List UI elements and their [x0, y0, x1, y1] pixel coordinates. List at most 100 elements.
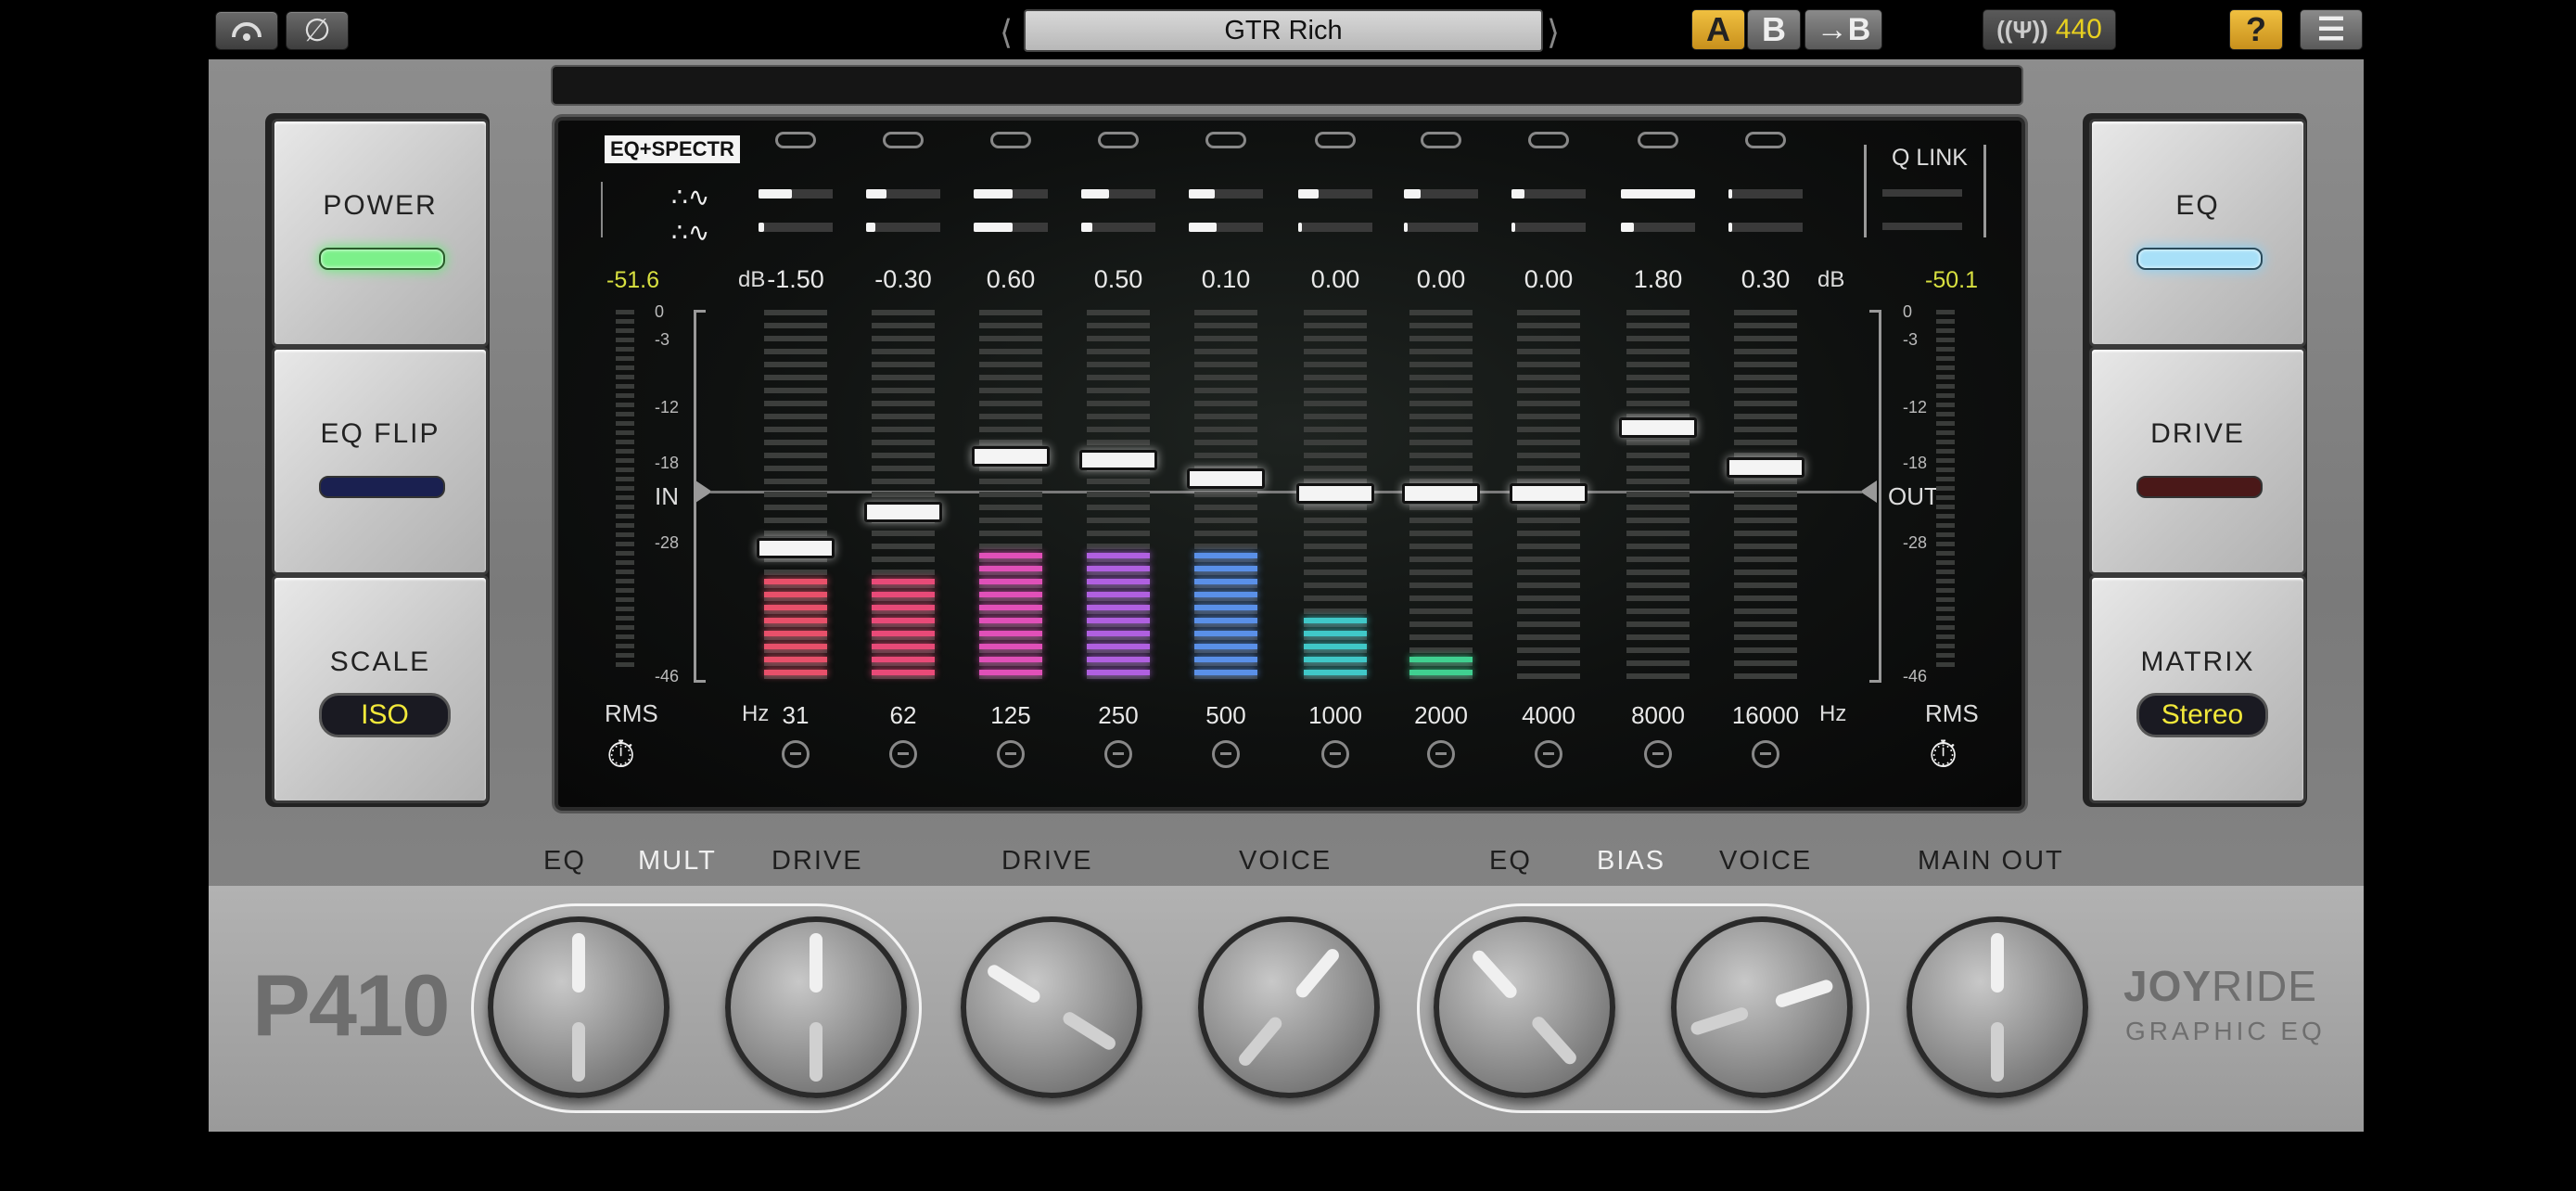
band-fader-handle[interactable]: [864, 502, 942, 522]
scale-tick-right: -46: [1903, 667, 1928, 685]
next-preset-button[interactable]: ⟩: [1547, 13, 1560, 52]
band-solo-button[interactable]: [1321, 740, 1349, 768]
band-q-slider[interactable]: [1081, 223, 1155, 232]
band-gain-value[interactable]: 0.00: [1298, 265, 1372, 294]
band-q-slider[interactable]: [1621, 189, 1695, 198]
band-link-icon[interactable]: [990, 132, 1031, 148]
ab-b-button[interactable]: B: [1747, 9, 1801, 50]
band-gain-value[interactable]: 0.00: [1511, 265, 1586, 294]
band-q-slider[interactable]: [1728, 223, 1803, 232]
band-track-segment: [1087, 336, 1150, 341]
ab-a-button[interactable]: A: [1691, 9, 1745, 50]
q-link-slider-2[interactable]: [1882, 223, 1962, 230]
band-link-icon[interactable]: [1421, 132, 1461, 148]
band-track-segment: [979, 349, 1042, 354]
band-gain-value[interactable]: 0.00: [1404, 265, 1478, 294]
band-link-icon[interactable]: [775, 132, 816, 148]
band-q-slider[interactable]: [1189, 189, 1263, 198]
band-fader-handle[interactable]: [1510, 483, 1588, 504]
eq-button[interactable]: EQ: [2089, 119, 2306, 347]
help-button[interactable]: ?: [2229, 9, 2283, 50]
bypass-button[interactable]: ∅: [286, 11, 349, 50]
band-gain-value[interactable]: 0.60: [974, 265, 1048, 294]
mode-badge[interactable]: EQ+SPECTR: [605, 135, 740, 163]
band-fader-handle[interactable]: [1402, 483, 1480, 504]
band-solo-button[interactable]: [1104, 740, 1132, 768]
preset-name-field[interactable]: GTR Rich: [1024, 9, 1543, 52]
band-solo-button[interactable]: [1427, 740, 1455, 768]
band-q-slider[interactable]: [974, 223, 1048, 232]
band-solo-button[interactable]: [997, 740, 1025, 768]
band-fader-handle[interactable]: [1727, 457, 1804, 478]
band-solo-button[interactable]: [782, 740, 810, 768]
highpass-icon[interactable]: ∴∿: [671, 182, 709, 212]
prev-preset-button[interactable]: ⟨: [1000, 13, 1013, 52]
band-q-slider[interactable]: [1298, 223, 1372, 232]
ab-copy-button[interactable]: →B: [1804, 9, 1882, 50]
band-link-icon[interactable]: [1528, 132, 1569, 148]
rms-left-timer-icon[interactable]: ⏱: [606, 735, 635, 776]
band-link-icon[interactable]: [883, 132, 924, 148]
band-link-icon[interactable]: [1315, 132, 1356, 148]
band-gain-value[interactable]: 1.80: [1621, 265, 1695, 294]
band-q-slider[interactable]: [974, 189, 1048, 198]
band-q-slider[interactable]: [866, 223, 940, 232]
menu-button[interactable]: ☰: [2300, 9, 2363, 50]
rms-right-timer-icon[interactable]: ⏱: [1929, 735, 1958, 776]
band-q-slider[interactable]: [1081, 189, 1155, 198]
band-q-slider[interactable]: [1404, 189, 1478, 198]
band-track-segment: [1409, 647, 1473, 653]
band-gain-value[interactable]: -1.50: [759, 265, 833, 294]
band-q-slider[interactable]: [759, 223, 833, 232]
band-q-slider[interactable]: [1728, 189, 1803, 198]
matrix-button[interactable]: MATRIX Stereo: [2089, 575, 2306, 803]
band-fader-handle[interactable]: [1079, 450, 1157, 470]
band-q-slider[interactable]: [1189, 223, 1263, 232]
eq-voice-eq-knob[interactable]: [1434, 916, 1615, 1098]
band-track-segment: [979, 310, 1042, 315]
main-out-knob[interactable]: [1906, 916, 2088, 1098]
q-link-slider-1[interactable]: [1882, 189, 1962, 197]
band-track-segment: [1734, 621, 1797, 627]
band-q-slider[interactable]: [1298, 189, 1372, 198]
band-q-slider[interactable]: [866, 189, 940, 198]
band-fader-handle[interactable]: [1187, 468, 1265, 489]
eq-flip-button[interactable]: EQ FLIP: [272, 347, 489, 575]
drive-knob[interactable]: [961, 916, 1142, 1098]
band-link-icon[interactable]: [1205, 132, 1246, 148]
meter-segment: [616, 421, 634, 426]
tuning-field[interactable]: ((Ψ)) 440: [1983, 9, 2116, 50]
band-frequency-label: 2000: [1414, 701, 1468, 729]
drive-button[interactable]: DRIVE: [2089, 347, 2306, 575]
eq-voice-voice-knob[interactable]: [1671, 916, 1853, 1098]
scale-button[interactable]: SCALE ISO: [272, 575, 489, 803]
band-link-icon[interactable]: [1745, 132, 1786, 148]
voice-knob[interactable]: [1198, 916, 1380, 1098]
band-gain-value[interactable]: 0.10: [1189, 265, 1263, 294]
power-button[interactable]: POWER: [272, 119, 489, 347]
band-solo-button[interactable]: [889, 740, 917, 768]
band-q-slider[interactable]: [1621, 223, 1695, 232]
band-gain-value[interactable]: 0.50: [1081, 265, 1155, 294]
band-track-segment: [1626, 660, 1690, 666]
band-link-icon[interactable]: [1098, 132, 1139, 148]
band-q-slider[interactable]: [1511, 189, 1586, 198]
eq-drive-eq-knob[interactable]: [488, 916, 670, 1098]
band-solo-button[interactable]: [1535, 740, 1562, 768]
band-q-slider[interactable]: [759, 189, 833, 198]
band-fader-handle[interactable]: [1619, 417, 1697, 438]
band-fader-handle[interactable]: [1296, 483, 1374, 504]
band-q-slider[interactable]: [1404, 223, 1478, 232]
eq-drive-drive-knob[interactable]: [725, 916, 907, 1098]
band-solo-button[interactable]: [1752, 740, 1779, 768]
band-fader-handle[interactable]: [972, 446, 1050, 467]
lowpass-icon[interactable]: ∴∿: [671, 217, 709, 248]
band-solo-button[interactable]: [1644, 740, 1672, 768]
band-gain-value[interactable]: 0.30: [1728, 265, 1803, 294]
band-gain-value[interactable]: -0.30: [866, 265, 940, 294]
undo-button[interactable]: [215, 11, 278, 50]
band-fader-handle[interactable]: [757, 538, 835, 558]
band-solo-button[interactable]: [1212, 740, 1240, 768]
band-link-icon[interactable]: [1638, 132, 1678, 148]
band-q-slider[interactable]: [1511, 223, 1586, 232]
